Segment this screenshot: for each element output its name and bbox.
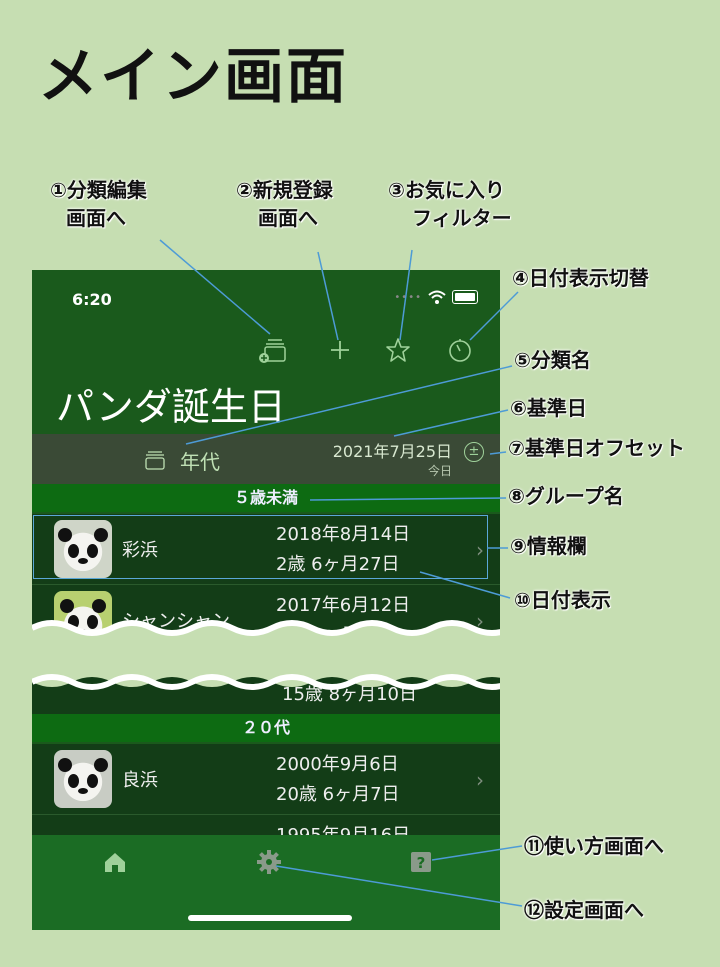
- annotation-lines: [159, 239, 523, 907]
